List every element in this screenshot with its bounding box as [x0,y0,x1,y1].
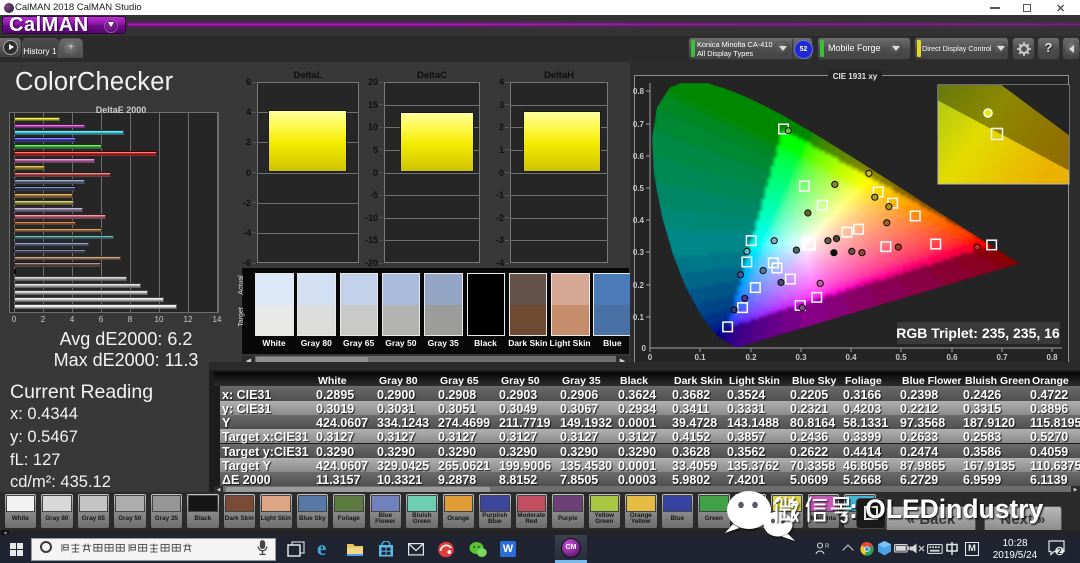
svg-text:0.4: 0.4 [633,216,645,225]
svg-text:CIE 1931 xy: CIE 1931 xy [833,72,878,81]
svg-text:0.8: 0.8 [633,87,645,96]
svg-text:0.1: 0.1 [694,353,706,362]
svg-text:0.4: 0.4 [845,353,857,362]
svg-text:0.2: 0.2 [745,353,757,362]
svg-text:0.8: 0.8 [1046,353,1058,362]
svg-text:0.6: 0.6 [633,152,645,161]
svg-text:0.7: 0.7 [633,120,645,129]
svg-text:0.1: 0.1 [633,313,645,322]
svg-text:0.2: 0.2 [633,281,645,290]
svg-text:0.7: 0.7 [996,353,1008,362]
svg-text:0.5: 0.5 [633,184,645,193]
svg-text:0.6: 0.6 [946,353,958,362]
svg-text:0: 0 [648,353,653,362]
svg-text:0.3: 0.3 [795,353,807,362]
svg-text:RGB Triplet: 235, 235, 16: RGB Triplet: 235, 235, 16 [896,325,1060,341]
svg-text:2: 2 [1057,547,1062,556]
svg-text:0.3: 0.3 [633,248,645,257]
svg-text:0: 0 [642,344,647,353]
svg-text:0.5: 0.5 [895,353,907,362]
